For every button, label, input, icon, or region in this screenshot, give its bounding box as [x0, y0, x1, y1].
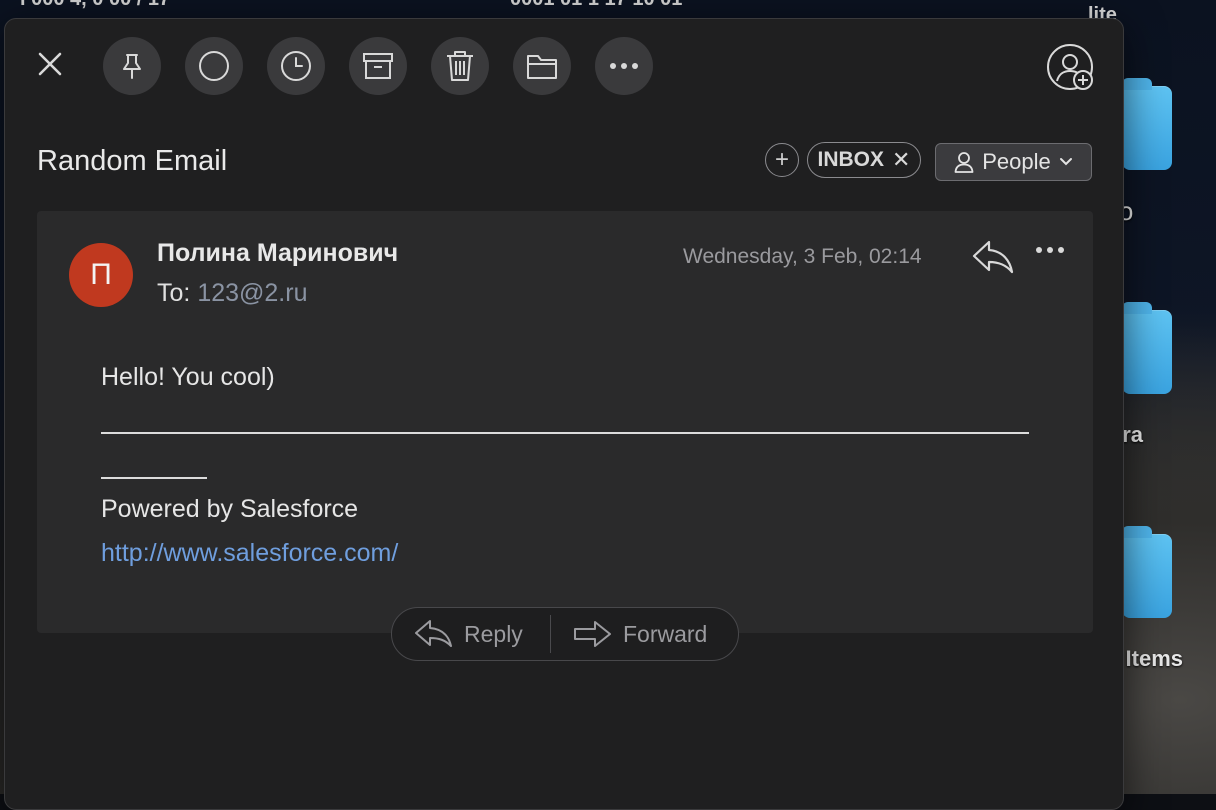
message-more-button[interactable]: [1035, 241, 1069, 265]
reply-label: Reply: [464, 620, 523, 647]
archive-icon: [363, 53, 393, 79]
mark-read-button[interactable]: [185, 37, 243, 95]
sender-avatar[interactable]: П: [69, 243, 133, 307]
trash-icon: [447, 51, 473, 81]
close-icon: [38, 52, 62, 76]
more-horizontal-icon: [610, 63, 638, 69]
plus-icon: +: [774, 146, 789, 173]
chevron-down-icon: [1059, 158, 1072, 166]
remove-tag-icon[interactable]: ✕: [892, 147, 910, 173]
pin-button[interactable]: [103, 37, 161, 95]
email-subject: Random Email: [37, 145, 228, 177]
message-card: П Полина Маринович To: 123@2.ru Wednesda…: [37, 211, 1093, 633]
signature-divider-continued: [101, 477, 207, 479]
reply-icon: [415, 620, 452, 647]
reply-button[interactable]: Reply: [392, 608, 550, 660]
forward-label: Forward: [623, 620, 708, 647]
inbox-tag-label: INBOX: [817, 148, 885, 171]
desktop-folder-icon[interactable]: [1122, 526, 1172, 618]
sender-name[interactable]: Полина Маринович: [157, 239, 398, 268]
person-icon: [954, 152, 974, 173]
desktop-folder-icon[interactable]: [1122, 78, 1172, 170]
signature-divider: [101, 432, 1029, 434]
move-to-folder-button[interactable]: [513, 37, 571, 95]
email-window: Random Email + INBOX ✕ People П Полина М…: [4, 18, 1124, 810]
message-body: Hello! You cool): [101, 363, 275, 391]
recipient-line: To: 123@2.ru: [157, 279, 307, 308]
to-prefix: To:: [157, 279, 191, 307]
signature-link[interactable]: http://www.salesforce.com/: [101, 539, 398, 568]
reply-forward-bar: Reply Forward: [391, 607, 739, 661]
toolbar: [5, 19, 1123, 119]
add-contact-icon: [1047, 44, 1093, 90]
message-date: Wednesday, 3 Feb, 02:14: [683, 245, 922, 268]
add-contact-button[interactable]: [1046, 43, 1096, 93]
forward-button[interactable]: Forward: [551, 608, 707, 660]
delete-button[interactable]: [431, 37, 489, 95]
more-horizontal-icon: [1036, 247, 1064, 253]
pin-icon: [123, 54, 141, 79]
archive-button[interactable]: [349, 37, 407, 95]
more-actions-button[interactable]: [595, 37, 653, 95]
folder-icon: [527, 55, 557, 79]
quick-reply-button[interactable]: [971, 239, 1015, 275]
desktop-folder-icon[interactable]: [1122, 302, 1172, 394]
people-dropdown[interactable]: People: [935, 143, 1092, 181]
recipient-address[interactable]: 123@2.ru: [197, 279, 307, 307]
circle-icon: [199, 51, 229, 81]
people-label: People: [982, 149, 1051, 174]
menubar-fragment-center: 0001 01 1 17 10 01: [510, 0, 682, 11]
signature-text: Powered by Salesforce: [101, 495, 359, 523]
forward-icon: [574, 621, 611, 647]
inbox-tag[interactable]: INBOX ✕: [807, 142, 921, 178]
clock-icon: [281, 51, 311, 81]
reply-icon: [972, 240, 1014, 274]
snooze-button[interactable]: [267, 37, 325, 95]
close-button[interactable]: [29, 43, 71, 85]
add-tag-button[interactable]: +: [765, 143, 799, 177]
menubar-fragment-left: i 000 4, 0 00 / 17: [20, 0, 170, 11]
